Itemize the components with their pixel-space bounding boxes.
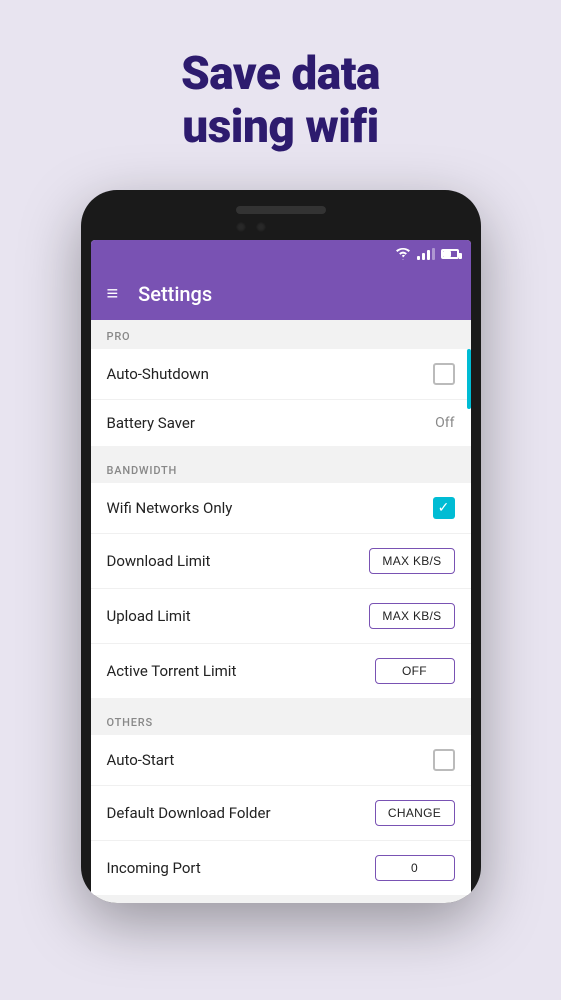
row-incoming-port[interactable]: Incoming Port 0 [91,841,471,895]
label-upload-limit: Upload Limit [107,607,191,625]
phone-cameras [236,222,266,232]
label-download-limit: Download Limit [107,552,211,570]
hamburger-icon[interactable]: ≡ [107,281,119,306]
wifi-icon [395,248,411,260]
phone-camera-left [236,222,246,232]
row-wifi-only[interactable]: Wifi Networks Only ✓ [91,483,471,534]
label-active-torrent: Active Torrent Limit [107,662,237,680]
section-bandwidth: Wifi Networks Only ✓ Download Limit MAX … [91,483,471,698]
btn-incoming-port[interactable]: 0 [375,855,455,881]
label-incoming-port: Incoming Port [107,859,201,877]
section-pro: Auto-Shutdown Battery Saver Off [91,349,471,446]
app-bar: ≡ Settings [91,268,471,320]
checkbox-auto-start[interactable] [433,749,455,771]
btn-change-folder[interactable]: CHANGE [375,800,455,826]
phone-top-bar [91,206,471,240]
btn-active-torrent[interactable]: OFF [375,658,455,684]
btn-download-limit[interactable]: MAX KB/S [369,548,454,574]
row-download-limit[interactable]: Download Limit MAX KB/S [91,534,471,589]
row-auto-start[interactable]: Auto-Start [91,735,471,786]
row-download-folder[interactable]: Default Download Folder CHANGE [91,786,471,841]
settings-content: PRO Auto-Shutdown Battery Saver Off BAND… [91,320,471,895]
app-bar-title: Settings [138,282,212,306]
phone-screen: ≡ Settings PRO Auto-Shutdown Battery Sav… [91,240,471,903]
value-battery-saver: Off [435,415,454,431]
section-others: Auto-Start Default Download Folder CHANG… [91,735,471,895]
phone-speaker [236,206,326,214]
hero-section: Save data using wifi [181,0,380,154]
label-wifi-only: Wifi Networks Only [107,499,233,517]
label-battery-saver: Battery Saver [107,414,195,432]
label-auto-shutdown: Auto-Shutdown [107,365,209,383]
status-bar [91,240,471,268]
hero-title: Save data using wifi [181,48,380,154]
row-upload-limit[interactable]: Upload Limit MAX KB/S [91,589,471,644]
label-download-folder: Default Download Folder [107,804,271,822]
btn-upload-limit[interactable]: MAX KB/S [369,603,454,629]
section-header-pro: PRO [91,320,471,349]
phone-mockup: ≡ Settings PRO Auto-Shutdown Battery Sav… [81,190,481,903]
row-auto-shutdown[interactable]: Auto-Shutdown [91,349,471,400]
row-active-torrent[interactable]: Active Torrent Limit OFF [91,644,471,698]
label-auto-start: Auto-Start [107,751,175,769]
checkbox-wifi-only[interactable]: ✓ [433,497,455,519]
battery-icon [441,249,459,259]
row-battery-saver[interactable]: Battery Saver Off [91,400,471,446]
scrollbar [467,349,471,409]
phone-camera-right [256,222,266,232]
signal-icon [417,248,435,260]
section-header-bandwidth: BANDWIDTH [91,454,471,483]
section-header-others: OTHERS [91,706,471,735]
checkbox-auto-shutdown[interactable] [433,363,455,385]
